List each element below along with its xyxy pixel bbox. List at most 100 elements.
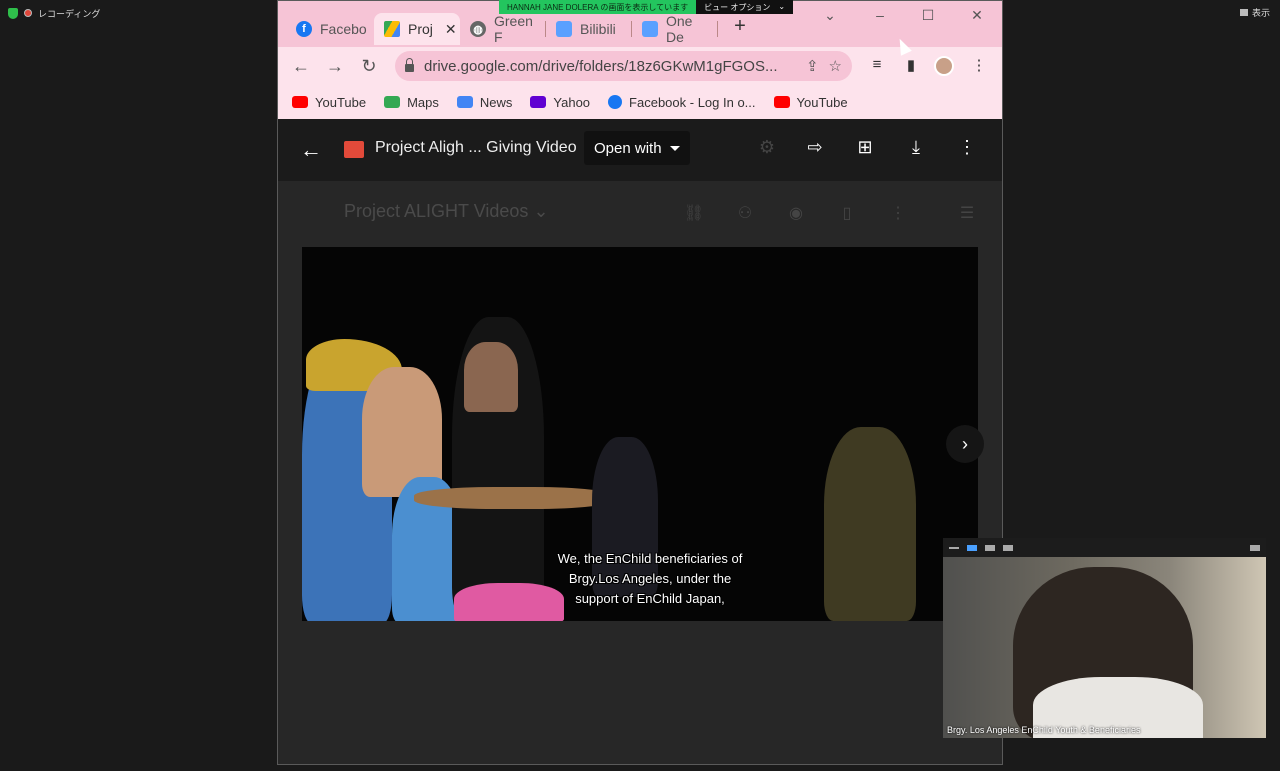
open-with-label: Open with (594, 139, 662, 157)
side-panel-icon[interactable]: ▮ (900, 56, 922, 76)
back-button[interactable]: ← (290, 55, 312, 77)
bookmark-maps[interactable]: Maps (384, 95, 439, 110)
expand-icon[interactable] (1250, 544, 1260, 551)
bookmark-label: News (479, 94, 513, 110)
news-icon (456, 96, 473, 108)
video-figure (464, 342, 518, 412)
bookmark-label: Yahoo (553, 94, 591, 110)
maximize-button[interactable]: ☐ (918, 7, 938, 24)
security-shield-icon[interactable] (8, 7, 18, 19)
tab-green[interactable]: ◍ Green F (460, 13, 546, 45)
yahoo-icon (530, 96, 547, 108)
folder-name-text: Project ALIGHT Videos (344, 201, 529, 221)
bookmark-star-icon[interactable]: ☆ (829, 57, 842, 75)
subtitle-line: Brgy.Los Angeles, under the (568, 571, 732, 586)
subtitle-line: We, the EnChild beneficiaries of (557, 551, 743, 566)
link-icon: ⛓ (683, 205, 705, 222)
recording-indicator: レコーディング (8, 6, 100, 20)
media-controls-icon[interactable]: ≡ (866, 56, 888, 76)
url-text[interactable]: drive.google.com/drive/folders/18z6GKwM1… (424, 58, 796, 75)
new-tab-button[interactable]: + (728, 15, 752, 38)
screen-share-banner: HANNAH JANE DOLERA の画面を表示しています ビュー オプション… (499, 0, 794, 14)
google-drive-icon (384, 21, 400, 37)
tab-facebook[interactable]: f Facebo (286, 13, 376, 45)
speaker-view-icon[interactable] (967, 544, 977, 551)
maps-icon (384, 96, 401, 108)
filter-icon: ⚙ (758, 137, 776, 157)
chevron-down-icon: ⌄ (533, 201, 549, 221)
drive-preview: ← Project Aligh ... Giving Video Open wi… (278, 119, 1002, 764)
tab-label: Facebo (320, 21, 367, 37)
tab-one-de[interactable]: One De (632, 13, 718, 45)
record-icon (24, 9, 32, 17)
bookmark-youtube-2[interactable]: YouTube (773, 94, 848, 110)
participant-video[interactable]: Brgy. Los Angeles EnChild Youth & Benefi… (943, 557, 1266, 738)
open-with-button[interactable]: Open with (584, 131, 690, 165)
bookmark-label: Maps (407, 94, 439, 110)
recording-label: レコーディング (38, 8, 101, 19)
back-arrow-icon[interactable]: ← (300, 137, 322, 163)
add-person-icon: ⚇ (737, 205, 753, 222)
more-options-icon: ⋮ (890, 205, 906, 222)
tab-bilibili[interactable]: Bilibili (546, 13, 632, 45)
bookmark-news[interactable]: News (456, 94, 513, 110)
trash-icon: ▯ (842, 205, 852, 222)
screen: レコーディング 表示 HANNAH JANE DOLERA の画面を表示していま… (0, 0, 1280, 771)
download-icon[interactable]: ⤓ (903, 137, 929, 158)
profile-avatar[interactable] (934, 56, 954, 76)
self-view-controls (943, 538, 1266, 557)
youtube-icon (773, 96, 790, 108)
video-player[interactable]: We, the EnChild beneficiaries of Brgy.Lo… (302, 247, 978, 621)
facebook-icon: f (296, 21, 312, 37)
bilibili-icon (642, 21, 658, 37)
address-bar[interactable]: drive.google.com/drive/folders/18z6GKwM1… (395, 51, 852, 81)
ukulele (414, 487, 614, 509)
tab-search-chevron-icon[interactable]: ⌄ (820, 7, 840, 24)
globe-icon: ◍ (470, 21, 486, 37)
facebook-icon (608, 95, 623, 109)
view-options-button[interactable]: ビュー オプション ⌄ (696, 0, 794, 14)
strip-view-icon[interactable] (985, 544, 995, 551)
browser-toolbar: ← → ↻ drive.google.com/drive/folders/18z… (278, 47, 1002, 85)
view-label: 表示 (1251, 8, 1270, 18)
list-view-icon: ☰ (959, 205, 975, 222)
move-to-folder-icon[interactable]: ⇨ (802, 137, 828, 158)
bilibili-icon (556, 21, 572, 37)
bookmark-yahoo[interactable]: Yahoo (530, 95, 590, 110)
youtube-icon (292, 96, 308, 108)
add-comment-icon[interactable]: ⊞ (852, 137, 878, 158)
preview-eye-icon: ◉ (789, 205, 803, 222)
participant-name: Brgy. Los Angeles EnChild Youth & Benefi… (947, 725, 1141, 735)
view-menu[interactable]: 表示 (1239, 6, 1270, 19)
folder-name: Project ALIGHT Videos ⌄ (344, 201, 549, 222)
video-subtitles: We, the EnChild beneficiaries of Brgy.Lo… (520, 549, 780, 609)
bookmark-youtube[interactable]: YouTube (292, 95, 366, 110)
lock-icon[interactable] (405, 58, 414, 72)
bookmark-label: YouTube (796, 94, 848, 110)
minimize-icon[interactable] (949, 546, 959, 549)
tab-project-drive[interactable]: Proj ✕ (374, 13, 460, 45)
reload-button[interactable]: ↻ (358, 55, 380, 77)
menu-kebab-icon[interactable]: ⋮ (968, 56, 990, 76)
video-file-icon (344, 141, 364, 158)
bookmark-facebook[interactable]: Facebook - Log In o... (608, 94, 756, 110)
next-file-button[interactable]: › (946, 425, 984, 463)
video-figure (824, 427, 916, 621)
bookmark-label: YouTube (315, 94, 367, 110)
bookmarks-bar: YouTube Maps News Yahoo Facebook - Log I… (278, 85, 1002, 119)
sharing-status: HANNAH JANE DOLERA の画面を表示しています (499, 0, 697, 14)
viewer-toolbar: ← Project Aligh ... Giving Video Open wi… (278, 119, 1002, 181)
forward-button[interactable]: → (324, 55, 346, 77)
chevron-down-icon: ⌄ (778, 2, 786, 11)
close-window-button[interactable]: ✕ (967, 7, 987, 24)
bookmark-label: Facebook - Log In o... (629, 94, 756, 110)
browser-window: f Facebo Proj ✕ ◍ Green F Bilibili One D… (277, 0, 1003, 765)
minimize-button[interactable]: – (870, 7, 890, 23)
close-tab-icon[interactable]: ✕ (445, 21, 457, 38)
grid-view-icon[interactable] (1003, 544, 1013, 551)
tab-label: Green F (494, 13, 533, 45)
view-grid-icon (1239, 9, 1248, 16)
share-icon[interactable]: ⇪ (806, 57, 819, 75)
view-options-label: ビュー オプション (704, 3, 771, 12)
more-options-icon[interactable]: ⋮ (954, 137, 980, 158)
